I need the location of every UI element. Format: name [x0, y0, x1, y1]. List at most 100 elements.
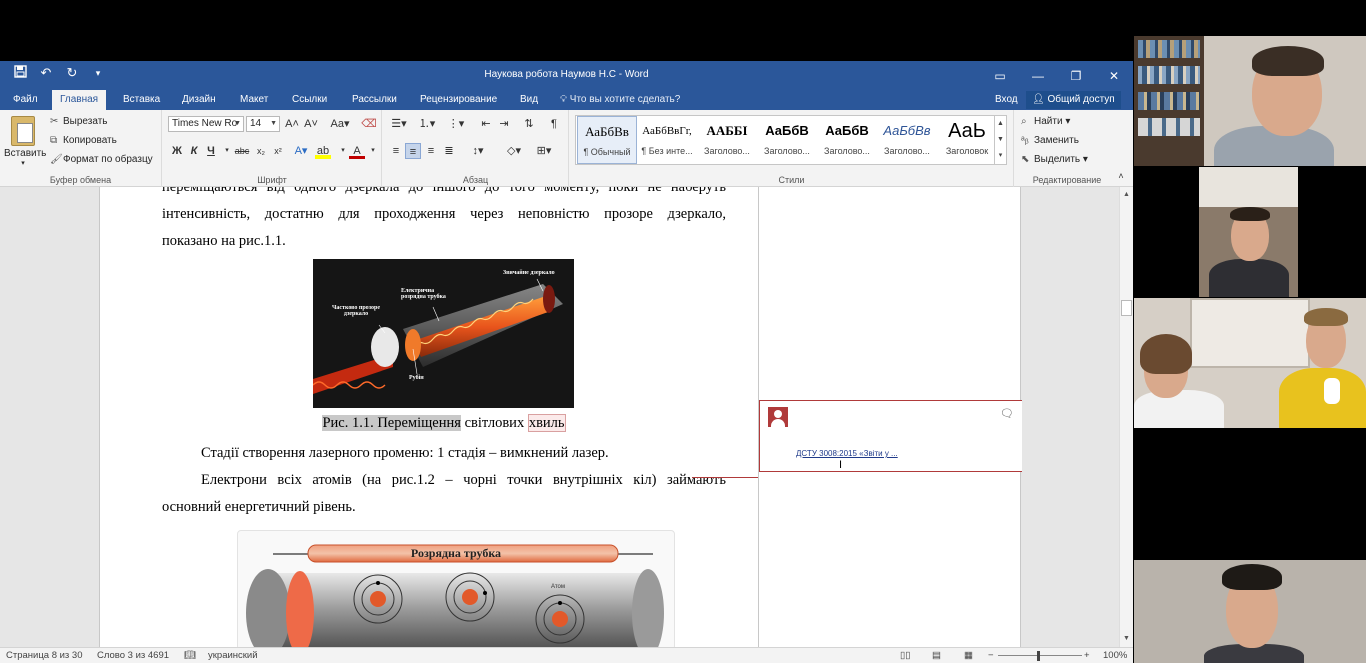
quick-access-toolbar: ↶ ↻ ▾ — [10, 65, 108, 81]
tab-layout[interactable]: Макет — [232, 90, 276, 110]
figure-caption[interactable]: Рис. 1.1. Переміщення світлових хвиль — [162, 413, 726, 433]
redo-icon[interactable]: ↻ — [62, 65, 82, 81]
style-no-spacing[interactable]: АаБбВвГг, ¶ Без инте... — [637, 116, 697, 164]
laser-figure[interactable]: Частково прозоре дзеркало Електрична роз… — [313, 259, 574, 408]
paste-label: Вставить — [4, 148, 47, 159]
share-label: Общий доступ — [1047, 94, 1115, 105]
tab-view[interactable]: Вид — [512, 90, 546, 110]
grow-font-icon[interactable]: A˄ — [284, 116, 300, 132]
pilcrow-icon[interactable]: ¶ — [546, 116, 562, 132]
save-icon[interactable] — [10, 65, 30, 81]
text-effects-icon[interactable]: A▾ — [293, 143, 309, 159]
copy-button[interactable]: ⧉ Копировать — [50, 135, 117, 146]
scroll-up-icon[interactable]: ▲ — [1120, 189, 1133, 201]
change-case-icon[interactable]: Aa▾ — [329, 116, 351, 132]
zoom-out-icon[interactable]: − — [988, 650, 994, 661]
discharge-tube-figure[interactable]: Розрядна трубка Атом — [237, 530, 675, 647]
chevron-down-icon[interactable]: ▾ — [365, 143, 381, 159]
select-button[interactable]: ⬉ Выделить ▾ — [1021, 154, 1088, 165]
line-spacing-icon[interactable]: ↕▾ — [467, 143, 489, 159]
tab-design[interactable]: Дизайн — [174, 90, 224, 110]
clear-formatting-icon[interactable]: ⌫ — [361, 116, 377, 132]
multilevel-list-icon[interactable]: ⋮▾ — [445, 116, 467, 132]
subscript-icon[interactable]: x₂ — [253, 143, 269, 159]
restore-icon[interactable]: ❐ — [1057, 61, 1095, 90]
page-count[interactable]: Страница 8 из 30 — [6, 650, 83, 661]
style-heading-4[interactable]: АаБбВв Заголово... — [877, 116, 937, 164]
font-color-icon[interactable]: A — [349, 143, 365, 159]
web-layout-icon[interactable]: ▦ — [964, 650, 973, 661]
tab-insert[interactable]: Вставка — [115, 90, 168, 110]
style-heading-2[interactable]: АаБбВ Заголово... — [757, 116, 817, 164]
decrease-indent-icon[interactable]: ⇤ — [478, 116, 494, 132]
scroll-thumb[interactable] — [1121, 300, 1132, 316]
comment-text[interactable]: ДСТУ 3008:2015 «Звіти у ... — [796, 449, 898, 458]
shrink-font-icon[interactable]: A˅ — [303, 116, 319, 132]
share-button[interactable]: 👤︎ Общий доступ — [1026, 91, 1121, 109]
caption-commented-text[interactable]: хвиль — [527, 414, 566, 432]
zoom-slider[interactable] — [998, 655, 1082, 656]
style-title[interactable]: АаЬ Заголовок — [937, 116, 997, 164]
tab-file[interactable]: Файл — [5, 90, 46, 110]
align-center-icon[interactable]: ≡ — [405, 143, 421, 159]
window-controls: ▭ — ❐ ✕ — [981, 61, 1133, 90]
vertical-scrollbar[interactable]: ▲ ▼ — [1119, 187, 1133, 647]
tab-review[interactable]: Рецензирование — [412, 90, 505, 110]
style-normal[interactable]: АаБбВв ¶ Обычный — [577, 116, 637, 164]
read-mode-icon[interactable]: ▯▯ — [900, 650, 910, 661]
increase-indent-icon[interactable]: ⇥ — [496, 116, 512, 132]
tell-me-box[interactable]: 💡︎ Что вы хотите сделать? — [560, 90, 680, 110]
superscript-icon[interactable]: x² — [270, 143, 286, 159]
reply-icon[interactable]: 🗨︎ — [1000, 407, 1014, 420]
undo-icon[interactable]: ↶ — [36, 65, 56, 81]
borders-icon[interactable]: ⊞▾ — [533, 143, 555, 159]
italic-icon[interactable]: К — [186, 143, 202, 159]
zoom-slider-thumb[interactable] — [1037, 651, 1040, 661]
video-tile-4[interactable] — [1134, 560, 1366, 663]
zoom-in-icon[interactable]: + — [1084, 650, 1090, 661]
tab-home[interactable]: Главная — [52, 90, 107, 110]
paste-button[interactable]: Вставить ▾ — [4, 116, 46, 167]
scroll-down-icon[interactable]: ▼ — [1120, 633, 1133, 645]
numbering-icon[interactable]: ⒈▾ — [416, 116, 438, 132]
align-right-icon[interactable]: ≡ — [423, 143, 439, 159]
strikethrough-icon[interactable]: abc — [233, 143, 251, 159]
print-layout-icon[interactable]: ▤ — [932, 650, 941, 661]
style-heading-3[interactable]: АаБбВ Заголово... — [817, 116, 877, 164]
format-painter-button[interactable]: 🖌︎Формат по образцу — [50, 154, 153, 165]
style-heading-1[interactable]: ААББІ Заголово... — [697, 116, 757, 164]
tab-mailings[interactable]: Рассылки — [344, 90, 405, 110]
language[interactable]: украинский — [208, 650, 258, 661]
find-button[interactable]: ⌕ Найти ▾ — [1021, 116, 1070, 127]
word-count[interactable]: Слово 3 из 4691 — [97, 650, 169, 661]
highlight-icon[interactable]: ab — [315, 143, 331, 159]
close-icon[interactable]: ✕ — [1095, 61, 1133, 90]
ribbon-display-options-icon[interactable]: ▭ — [981, 61, 1019, 90]
justify-icon[interactable]: ≣ — [441, 143, 457, 159]
underline-icon[interactable]: Ч — [203, 143, 219, 159]
sign-in-link[interactable]: Вход — [995, 90, 1018, 110]
bold-icon[interactable]: Ж — [169, 143, 185, 159]
font-size-select[interactable]: 14 ▼ — [246, 116, 280, 132]
align-left-icon[interactable]: ≡ — [388, 143, 404, 159]
proofing-icon[interactable]: 📖︎ — [184, 650, 196, 661]
replace-button[interactable]: ᵃᵦ Заменить — [1021, 135, 1079, 146]
font-family-select[interactable]: Times New Ro ▼ — [168, 116, 244, 132]
minimize-icon[interactable]: — — [1019, 61, 1057, 90]
video-tile-3[interactable] — [1134, 298, 1366, 428]
collapse-ribbon-icon[interactable]: ˄ — [1113, 168, 1129, 184]
body-line: переміщаються від одного дзеркала до інш… — [162, 187, 726, 195]
sort-icon[interactable]: ⇅ — [521, 116, 537, 132]
document-page[interactable]: переміщаються від одного дзеркала до інш… — [99, 187, 859, 647]
bullets-icon[interactable]: ☰▾ — [388, 116, 410, 132]
cut-button[interactable]: ✂ Вырезать — [50, 116, 107, 127]
tab-references[interactable]: Ссылки — [284, 90, 335, 110]
customize-qat-icon[interactable]: ▾ — [88, 68, 108, 79]
video-tile-2[interactable] — [1199, 167, 1298, 297]
paragraph-group: ☰▾ ⒈▾ ⋮▾ ⇤ ⇥ ⇅ ¶ ≡ ≡ ≡ ≣ ↕▾ ◇▾ ⊞▾ Абзац — [383, 110, 569, 187]
shading-icon[interactable]: ◇▾ — [503, 143, 525, 159]
zoom-level[interactable]: 100% — [1103, 650, 1127, 661]
video-tile-1[interactable] — [1134, 36, 1366, 166]
styles-scroll[interactable]: ▲ ▼ ▾ — [994, 116, 1006, 164]
comment-balloon[interactable]: 🗨︎ ДСТУ 3008:2015 «Звіти у ... I — [759, 400, 1022, 472]
